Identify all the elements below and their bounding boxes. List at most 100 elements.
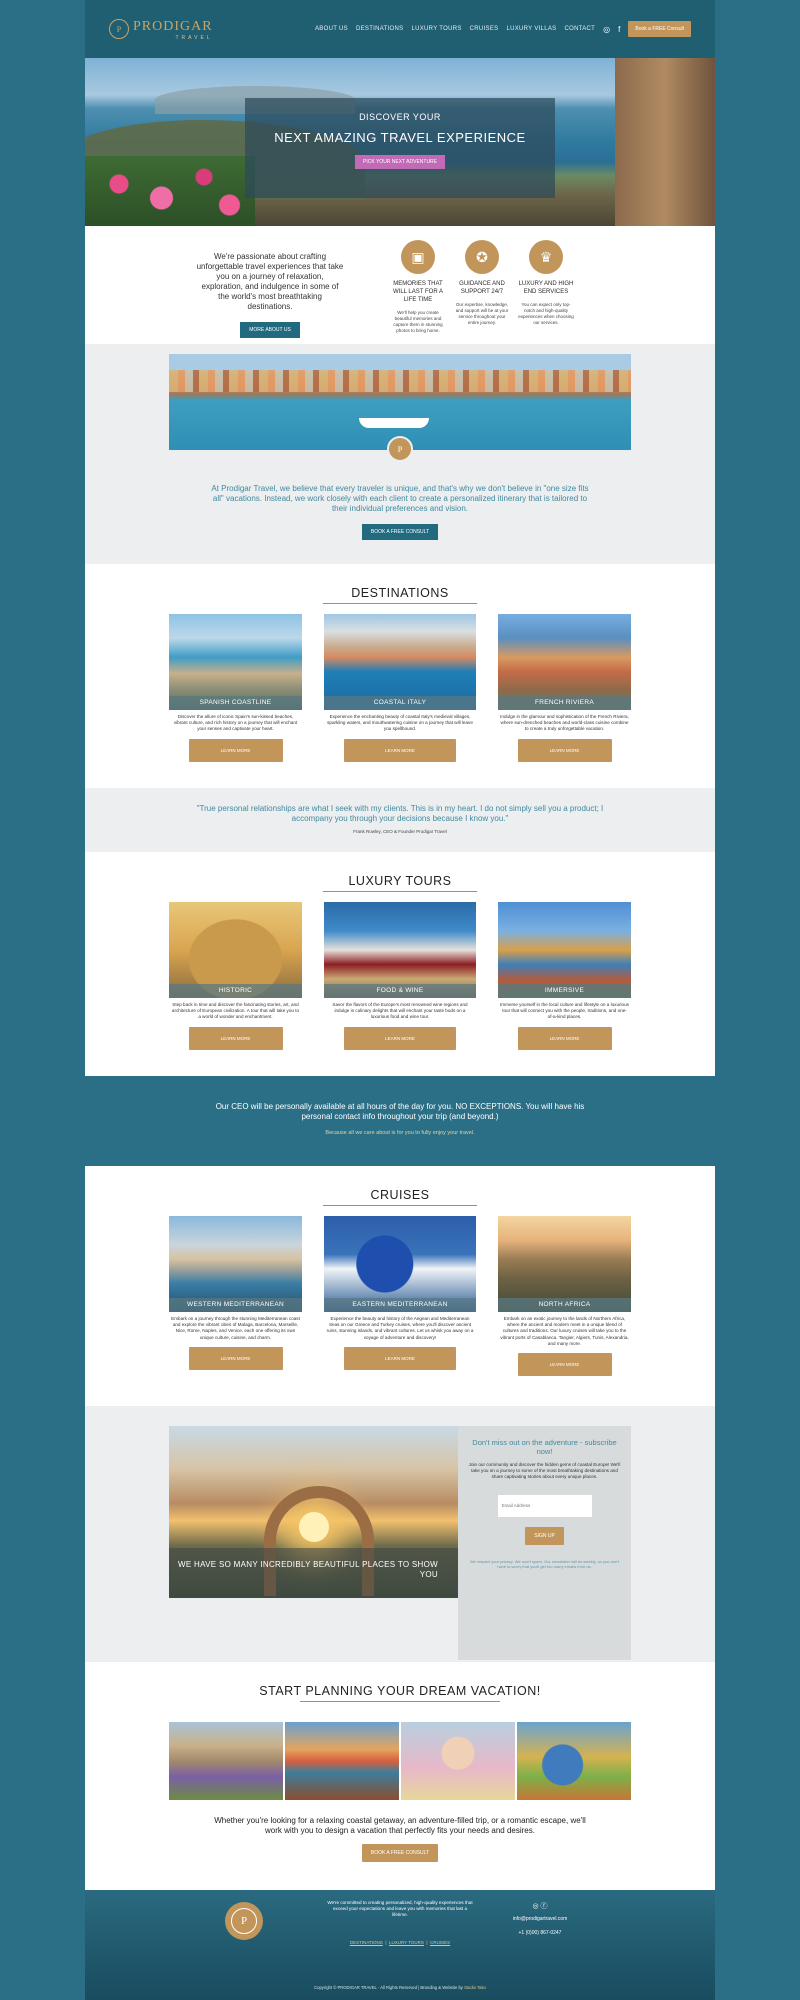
- learn-more-button[interactable]: LEARN MORE: [188, 738, 283, 762]
- card-spanish-coastline: SPANISH COASTLINE Discover the allure of…: [169, 614, 302, 762]
- feature-text: You can expect only top-notch and high-q…: [518, 302, 574, 325]
- about-section: We're passionate about crafting unforget…: [85, 226, 715, 344]
- learn-more-button[interactable]: LEARN MORE: [517, 1026, 612, 1050]
- quote-text: "True personal relationships are what I …: [196, 804, 604, 823]
- instagram-icon[interactable]: ◎: [603, 25, 610, 34]
- learn-more-button[interactable]: LEARN MORE: [188, 1346, 283, 1370]
- card-text: Discover the allure of iconic Spain's su…: [173, 714, 298, 732]
- logo-mark-icon: P: [109, 19, 129, 39]
- nav-about-us[interactable]: ABOUT US: [315, 26, 348, 32]
- planning-title: START PLANNING YOUR DREAM VACATION!: [85, 1684, 715, 1702]
- logo-name: PRODIGAR: [133, 19, 213, 34]
- learn-more-button[interactable]: LEARN MORE: [517, 1353, 612, 1377]
- card-image[interactable]: WESTERN MEDITERRANEAN: [169, 1216, 302, 1312]
- camera-icon: ▣: [401, 240, 435, 274]
- card-image[interactable]: NORTH AFRICA: [498, 1216, 631, 1312]
- footer-phone[interactable]: +1 (0)00) 867-0247: [505, 1926, 575, 1940]
- testimonial-quote: "True personal relationships are what I …: [85, 788, 715, 852]
- gallery-photo-lavender: [169, 1722, 283, 1800]
- main-nav: ABOUT US DESTINATIONS LUXURY TOURS CRUIS…: [315, 21, 691, 37]
- tours-title: LUXURY TOURS: [85, 874, 715, 892]
- harbor-houses: [169, 370, 631, 392]
- card-label: FOOD & WINE: [324, 984, 476, 998]
- footer-email[interactable]: info@prodigartravel.com: [505, 1912, 575, 1926]
- hero-adventure-button[interactable]: PICK YOUR NEXT ADVENTURE: [355, 155, 445, 169]
- image-overlay-text: WE HAVE SO MANY INCREDIBLY BEAUTIFUL PLA…: [169, 1548, 458, 1598]
- nav-destinations[interactable]: DESTINATIONS: [356, 26, 404, 32]
- subscribe-form: Don't miss out on the adventure - subscr…: [458, 1426, 631, 1660]
- instagram-icon[interactable]: ◎: [532, 1903, 538, 1910]
- footer-link-luxury-tours[interactable]: LUXURY TOURS: [389, 1940, 424, 1945]
- cruise-cards: WESTERN MEDITERRANEAN Embark on a journe…: [169, 1216, 631, 1377]
- nav-luxury-villas[interactable]: LUXURY VILLAS: [506, 26, 556, 32]
- card-text: Step back in time and discover the fasci…: [171, 1002, 300, 1020]
- card-eastern-mediterranean: EASTERN MEDITERRANEAN Experience the bea…: [324, 1216, 476, 1376]
- nav-contact[interactable]: CONTACT: [564, 26, 595, 32]
- footer-links: DESTINATIONS | LUXURY TOURS | CRUISES: [349, 1940, 451, 1945]
- card-french-riviera: FRENCH RIVIERA Indulge in the glamour an…: [498, 614, 631, 762]
- footer-monogram: P: [231, 1908, 257, 1934]
- hero-cliff: [615, 58, 715, 226]
- card-image[interactable]: COASTAL ITALY: [324, 614, 476, 710]
- card-immersive: IMMERSIVE Immerse yourself in the local …: [498, 902, 631, 1050]
- footer-logo-icon: P: [225, 1902, 263, 1940]
- facebook-icon[interactable]: f: [618, 25, 620, 34]
- compass-icon: ✪: [465, 240, 499, 274]
- facebook-icon[interactable]: ⓕ: [541, 1903, 548, 1910]
- ceo-banner: Our CEO will be personally available at …: [0, 1076, 800, 1166]
- card-image[interactable]: SPANISH COASTLINE: [169, 614, 302, 710]
- card-text: Immerse yourself in the local culture an…: [500, 1002, 629, 1020]
- sign-up-button[interactable]: SIGN UP: [525, 1526, 564, 1545]
- learn-more-button[interactable]: LEARN MORE: [188, 1026, 283, 1050]
- more-about-us-button[interactable]: MORE ABOUT US: [240, 322, 300, 338]
- belief-section: P At Prodigar Travel, we believe that ev…: [85, 344, 715, 564]
- tours-section: LUXURY TOURS HISTORIC Step back in time …: [85, 852, 715, 1076]
- footer-social-icons: ◎ ⓕ: [505, 1902, 575, 1912]
- card-label: WESTERN MEDITERRANEAN: [169, 1298, 302, 1312]
- feature-guidance: ✪ GUIDANCE AND SUPPORT 24/7 Our expertis…: [453, 240, 511, 344]
- feature-title: GUIDANCE AND SUPPORT 24/7: [459, 281, 505, 295]
- about-intro: We're passionate about crafting unforget…: [195, 240, 345, 344]
- card-label: HISTORIC: [169, 984, 302, 998]
- hero-headline: NEXT AMAZING TRAVEL EXPERIENCE: [274, 130, 526, 145]
- subscribe-title: Don't miss out on the adventure - subscr…: [472, 1438, 617, 1456]
- card-text: Indulge in the glamour and sophisticatio…: [500, 714, 629, 732]
- card-label: SPANISH COASTLINE: [169, 696, 302, 710]
- card-label: EASTERN MEDITERRANEAN: [324, 1298, 476, 1312]
- card-image[interactable]: FRENCH RIVIERA: [498, 614, 631, 710]
- card-image[interactable]: EASTERN MEDITERRANEAN: [324, 1216, 476, 1312]
- learn-more-button[interactable]: LEARN MORE: [517, 738, 612, 762]
- card-label: FRENCH RIVIERA: [498, 696, 631, 710]
- card-label: IMMERSIVE: [498, 984, 631, 998]
- site-header: P PRODIGAR TRAVEL ABOUT US DESTINATIONS …: [85, 0, 715, 58]
- header-consult-button[interactable]: Book a FREE Consult: [628, 21, 691, 37]
- planning-consult-button[interactable]: BOOK A FREE CONSULT: [361, 1844, 439, 1862]
- nav-cruises[interactable]: CRUISES: [470, 26, 499, 32]
- copyright: Copyright © PRODIGAR TRAVEL · All Rights…: [85, 1985, 715, 1990]
- destinations-section: DESTINATIONS SPANISH COASTLINE Discover …: [85, 564, 715, 788]
- learn-more-button[interactable]: LEARN MORE: [344, 1026, 456, 1050]
- gallery-photo-venice: [285, 1722, 399, 1800]
- credit-link[interactable]: Studio Tako: [464, 1985, 486, 1990]
- belief-consult-button[interactable]: BOOK A FREE CONSULT: [361, 524, 439, 540]
- learn-more-button[interactable]: LEARN MORE: [344, 1346, 456, 1370]
- email-field[interactable]: [497, 1494, 592, 1517]
- learn-more-button[interactable]: LEARN MORE: [344, 738, 456, 762]
- nav-luxury-tours[interactable]: LUXURY TOURS: [411, 26, 461, 32]
- card-image[interactable]: HISTORIC: [169, 902, 302, 998]
- footer-text: We're committed to creating personalized…: [327, 1900, 473, 1918]
- logo-subtitle: TRAVEL: [175, 35, 213, 41]
- card-image[interactable]: FOOD & WINE: [324, 902, 476, 998]
- card-coastal-italy: COASTAL ITALY Experience the enchanting …: [324, 614, 476, 762]
- ronda-image: WE HAVE SO MANY INCREDIBLY BEAUTIFUL PLA…: [169, 1426, 458, 1598]
- hero-banner: DISCOVER YOUR NEXT AMAZING TRAVEL EXPERI…: [85, 58, 715, 226]
- footer-link-cruises[interactable]: CRUISES: [430, 1940, 450, 1945]
- footer-link-destinations[interactable]: DESTINATIONS: [350, 1940, 383, 1945]
- ceo-subtext: Because all we care about is for you to …: [325, 1130, 475, 1136]
- card-image[interactable]: IMMERSIVE: [498, 902, 631, 998]
- quote-author: Frank Rowley, CEO & Founder Prodigar Tra…: [353, 829, 447, 834]
- subscribe-section: WE HAVE SO MANY INCREDIBLY BEAUTIFUL PLA…: [85, 1406, 715, 1662]
- card-historic: HISTORIC Step back in time and discover …: [169, 902, 302, 1050]
- monogram-medal-icon: P: [387, 436, 413, 462]
- logo[interactable]: P PRODIGAR TRAVEL: [109, 17, 213, 41]
